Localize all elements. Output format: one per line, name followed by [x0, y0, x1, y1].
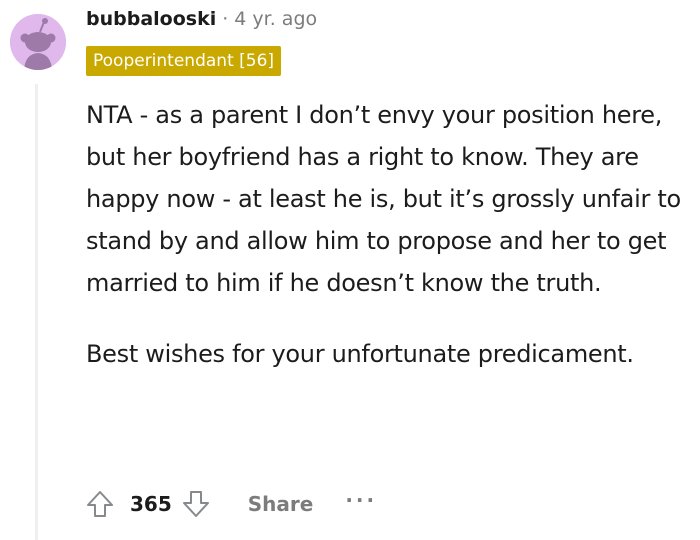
- comment-body: NTA - as a parent I don’t envy your posi…: [86, 94, 686, 375]
- comment-paragraph: NTA - as a parent I don’t envy your posi…: [86, 101, 681, 297]
- user-flair: Pooperintendant [56]: [86, 46, 282, 76]
- upvote-arrow-icon: [87, 491, 113, 517]
- snoo-avatar-icon: [10, 14, 66, 70]
- comment-paragraph: Best wishes for your unfortunate predica…: [86, 340, 634, 368]
- comment-header: bubbalooski · 4 yr. ago: [86, 6, 317, 32]
- separator: ·: [222, 8, 229, 30]
- username[interactable]: bubbalooski: [86, 6, 216, 32]
- upvote-button[interactable]: [82, 486, 118, 522]
- vote-score: 365: [130, 492, 172, 516]
- downvote-button[interactable]: [178, 486, 214, 522]
- comment-actions: 365 Share ···: [82, 484, 377, 524]
- share-button[interactable]: Share: [248, 492, 314, 516]
- downvote-arrow-icon: [182, 491, 209, 517]
- thread-line[interactable]: [35, 84, 38, 540]
- comment: bubbalooski · 4 yr. ago Pooperintendant …: [0, 0, 700, 540]
- avatar[interactable]: [10, 14, 66, 70]
- more-options-button[interactable]: ···: [345, 490, 377, 510]
- timestamp[interactable]: 4 yr. ago: [234, 6, 317, 32]
